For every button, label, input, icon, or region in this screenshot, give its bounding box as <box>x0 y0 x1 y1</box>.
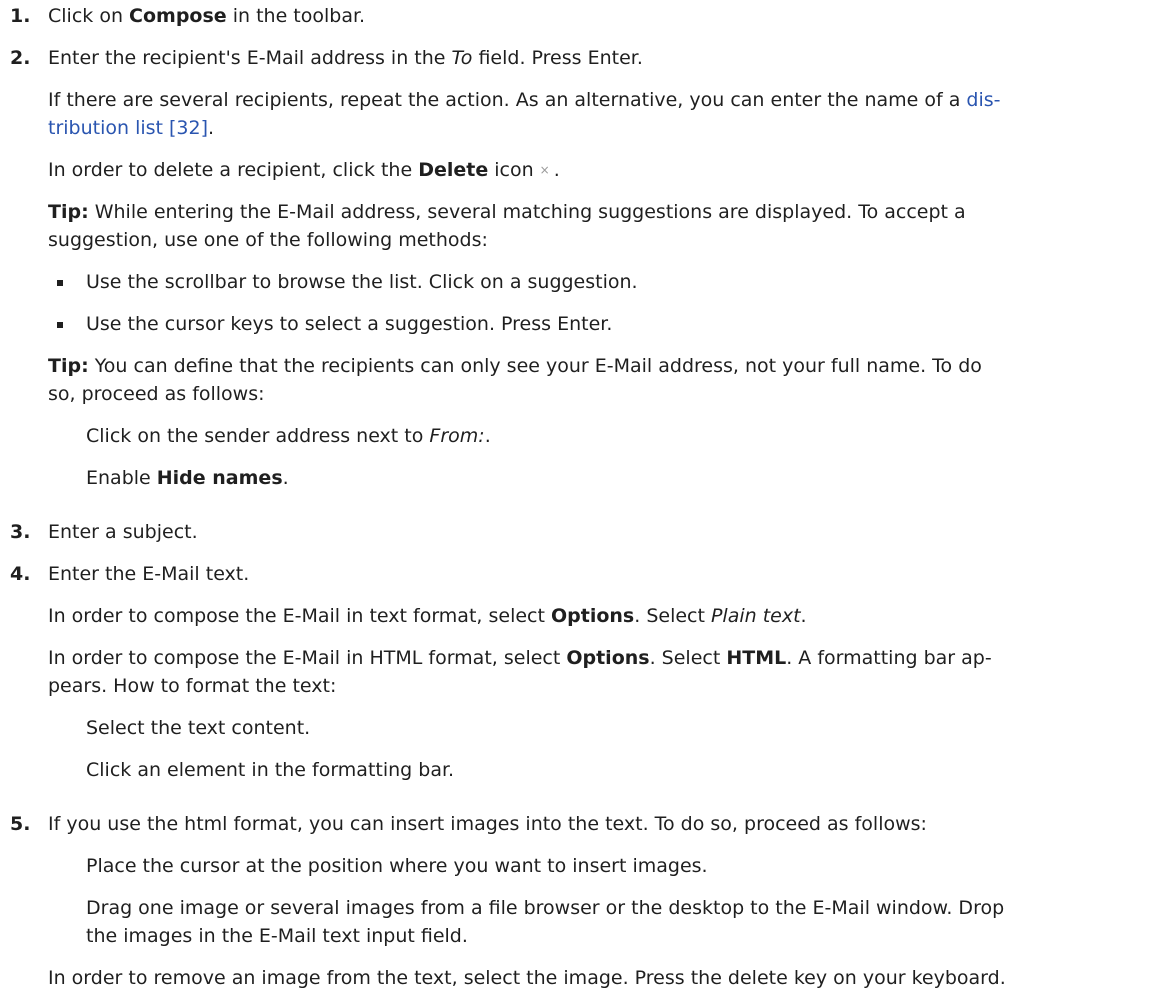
step-text: Enter the recipient's E-Mail address in … <box>48 44 643 72</box>
tip-label: Tip: <box>48 201 89 223</box>
document-page: 1. Click on Compose in the toolbar. 2. E… <box>0 0 1156 1002</box>
step-number: 3. <box>10 521 31 543</box>
hide-names-label: Hide names <box>156 467 283 489</box>
plain-text-label: Plain text <box>710 605 801 627</box>
text-run: Enable <box>86 467 157 489</box>
compose-label: Compose <box>129 5 227 27</box>
text-run: in the toolbar. <box>226 5 366 27</box>
distribution-list-link[interactable]: dis- <box>966 89 1000 111</box>
text-run: suggestion, use one of the following met… <box>48 229 488 251</box>
bullet-icon <box>57 322 63 328</box>
text-run: Select the text content. <box>86 717 311 739</box>
text-run: Drag one image or several images from a … <box>86 897 1005 919</box>
step-number: 5. <box>10 813 31 835</box>
text-run: Enter the recipient's E-Mail address in … <box>48 47 452 69</box>
text-run: . <box>800 605 807 627</box>
text-run: While entering the E-Mail address, sever… <box>88 201 966 223</box>
text-run: so, proceed as follows: <box>48 383 265 405</box>
options-label: Options <box>566 647 650 669</box>
from-field-label: From: <box>429 425 485 447</box>
text-run: You can define that the recipients can o… <box>88 355 982 377</box>
text-run: If there are several recipients, repeat … <box>48 89 967 111</box>
list-item-text: Use the scrollbar to browse the list. Cl… <box>86 271 638 293</box>
step-text: If you use the html format, you can inse… <box>48 813 927 835</box>
step-text: Enter a subject. <box>48 521 198 543</box>
text-run: . Select <box>634 605 711 627</box>
text-run: Place the cursor at the position where y… <box>86 855 708 877</box>
distribution-list-link-cont[interactable]: tribution list [32] <box>48 117 208 139</box>
text-run: . A formatting bar ap- <box>786 647 992 669</box>
step-number: 4. <box>10 563 31 585</box>
text-run: Click an element in the formatting bar. <box>86 759 455 781</box>
delete-icon: × <box>539 163 550 177</box>
text-run: . Select <box>649 647 727 669</box>
text-run: pears. How to format the text: <box>48 675 337 697</box>
text-run: In order to compose the E-Mail in text f… <box>48 605 551 627</box>
text-run: In order to delete a recipient, click th… <box>48 159 419 181</box>
step-number: 2. <box>10 47 31 69</box>
text-run: . <box>484 425 491 447</box>
options-label: Options <box>550 605 635 627</box>
tip-label: Tip: <box>48 355 89 377</box>
text-run: field. Press Enter. <box>472 47 643 69</box>
to-field-label: To <box>451 47 473 69</box>
text-run: Click on the sender address next to <box>86 425 430 447</box>
text-run: . <box>282 467 289 489</box>
html-label: HTML <box>726 647 787 669</box>
delete-label: Delete <box>418 159 489 181</box>
text-run: the images in the E-Mail text input fiel… <box>86 925 468 947</box>
step-text: Enter the E-Mail text. <box>48 563 250 585</box>
bullet-icon <box>57 280 63 286</box>
step-text: Click on Compose in the toolbar. <box>48 2 365 30</box>
text-run: Click on <box>48 5 130 27</box>
text-run: icon <box>488 159 534 181</box>
list-item-text: Use the cursor keys to select a suggesti… <box>86 313 613 335</box>
text-run: . <box>553 159 560 181</box>
text-run: In order to remove an image from the tex… <box>48 967 1006 989</box>
step-number: 1. <box>10 5 31 27</box>
text-run: In order to compose the E-Mail in HTML f… <box>48 647 567 669</box>
text-run: . <box>208 117 215 139</box>
